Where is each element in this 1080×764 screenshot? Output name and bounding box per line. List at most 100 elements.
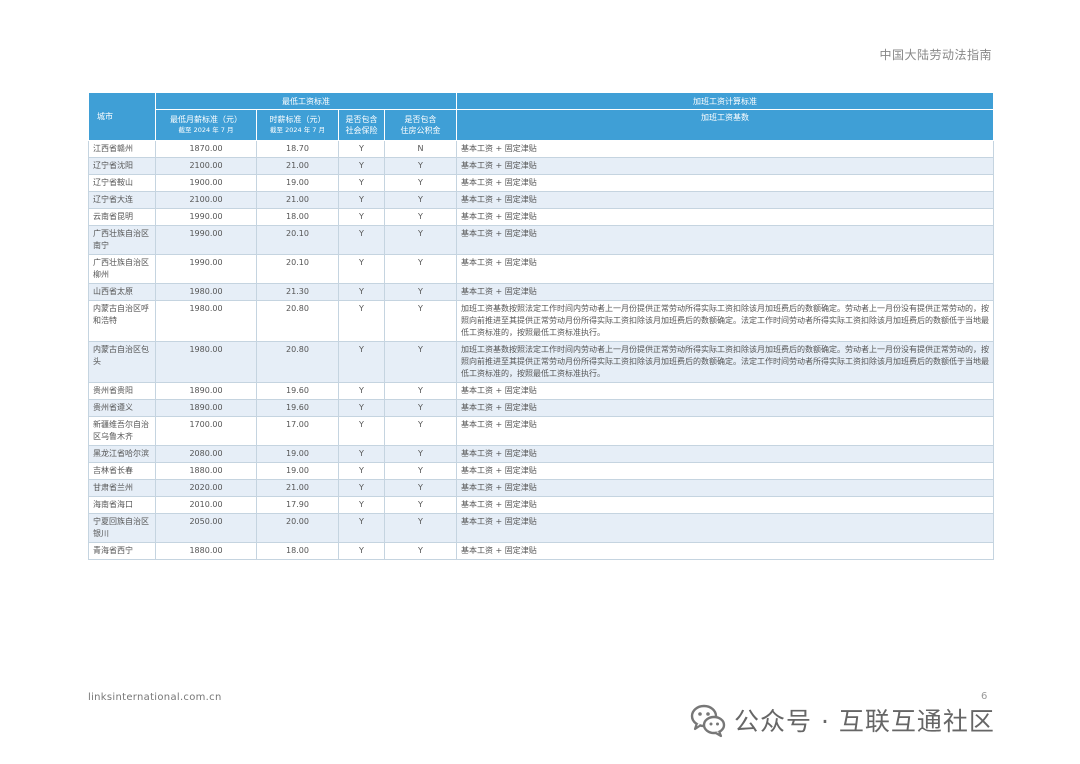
cell-social-insurance: Y — [338, 283, 385, 301]
cell-monthly-min: 1900.00 — [155, 174, 257, 192]
cell-social-insurance: Y — [338, 140, 385, 158]
cell-overtime-base: 基本工资 + 固定津贴 — [456, 140, 994, 158]
header-social-insurance: 是否包含 社会保险 — [338, 109, 385, 141]
cell-monthly-min: 2080.00 — [155, 445, 257, 463]
cell-housing-fund: Y — [384, 479, 457, 497]
cell-housing-fund: Y — [384, 462, 457, 480]
cell-housing-fund: Y — [384, 254, 457, 284]
wechat-icon — [690, 704, 726, 738]
header-social-insurance-line2: 社会保险 — [345, 126, 378, 135]
cell-monthly-min: 1880.00 — [155, 462, 257, 480]
header-social-insurance-line1: 是否包含 — [345, 115, 378, 124]
table-row: 辽宁省沈阳 2100.00 21.00 Y Y 基本工资 + 固定津贴 — [88, 157, 994, 175]
table-row: 内蒙古自治区呼和浩特 1980.00 20.80 Y Y 加班工资基数按照法定工作时间内劳… — [88, 300, 994, 342]
cell-social-insurance: Y — [338, 225, 385, 255]
cell-social-insurance: Y — [338, 157, 385, 175]
cell-hourly-min: 17.00 — [256, 416, 339, 446]
cell-overtime-base: 基本工资 + 固定津贴 — [456, 208, 994, 226]
cell-social-insurance: Y — [338, 191, 385, 209]
cell-housing-fund: Y — [384, 496, 457, 514]
table-row: 广西壮族自治区南宁 1990.00 20.10 Y Y 基本工资 + 固定津贴 — [88, 225, 994, 255]
header-hourly-min-label: 时薪标准（元） — [269, 115, 326, 124]
cell-housing-fund: Y — [384, 513, 457, 543]
cell-overtime-base: 基本工资 + 固定津贴 — [456, 445, 994, 463]
cell-social-insurance: Y — [338, 496, 385, 514]
cell-overtime-base: 基本工资 + 固定津贴 — [456, 283, 994, 301]
cell-social-insurance: Y — [338, 462, 385, 480]
cell-city: 黑龙江省哈尔滨 — [88, 445, 156, 463]
table-row: 宁夏回族自治区银川 2050.00 20.00 Y Y 基本工资 + 固定津贴 — [88, 513, 994, 543]
cell-social-insurance: Y — [338, 445, 385, 463]
watermark-text: 公众号 · 互联互通社区 — [734, 707, 995, 736]
cell-city: 贵州省贵阳 — [88, 382, 156, 400]
cell-city: 江西省赣州 — [88, 140, 156, 158]
cell-overtime-base: 基本工资 + 固定津贴 — [456, 542, 994, 560]
cell-overtime-base: 基本工资 + 固定津贴 — [456, 462, 994, 480]
cell-housing-fund: Y — [384, 399, 457, 417]
cell-hourly-min: 19.00 — [256, 174, 339, 192]
cell-city: 内蒙古自治区呼和浩特 — [88, 300, 156, 342]
table-body: 江西省赣州 1870.00 18.70 Y N 基本工资 + 固定津贴 辽宁省沈阳 2100.… — [88, 140, 994, 560]
table-row: 云南省昆明 1990.00 18.00 Y Y 基本工资 + 固定津贴 — [88, 208, 994, 226]
cell-social-insurance: Y — [338, 254, 385, 284]
cell-overtime-base: 基本工资 + 固定津贴 — [456, 513, 994, 543]
cell-hourly-min: 21.00 — [256, 191, 339, 209]
table-row: 甘肃省兰州 2020.00 21.00 Y Y 基本工资 + 固定津贴 — [88, 479, 994, 497]
cell-housing-fund: Y — [384, 174, 457, 192]
cell-monthly-min: 1890.00 — [155, 382, 257, 400]
table-row: 内蒙古自治区包头 1980.00 20.80 Y Y 加班工资基数按照法定工作时间内劳动者… — [88, 341, 994, 383]
header-housing-fund-line1: 是否包含 — [404, 115, 437, 124]
cell-hourly-min: 21.00 — [256, 479, 339, 497]
table-row: 辽宁省大连 2100.00 21.00 Y Y 基本工资 + 固定津贴 — [88, 191, 994, 209]
table-row: 吉林省长春 1880.00 19.00 Y Y 基本工资 + 固定津贴 — [88, 462, 994, 480]
cell-hourly-min: 18.70 — [256, 140, 339, 158]
header-hourly-min-note: 截至 2024 年 7 月 — [270, 126, 325, 134]
table-row: 贵州省遵义 1890.00 19.60 Y Y 基本工资 + 固定津贴 — [88, 399, 994, 417]
cell-housing-fund: Y — [384, 445, 457, 463]
table-row: 贵州省贵阳 1890.00 19.60 Y Y 基本工资 + 固定津贴 — [88, 382, 994, 400]
cell-hourly-min: 17.90 — [256, 496, 339, 514]
cell-housing-fund: Y — [384, 283, 457, 301]
header-monthly-min-label: 最低月薪标准（元） — [170, 115, 242, 124]
cell-overtime-base: 基本工资 + 固定津贴 — [456, 479, 994, 497]
cell-monthly-min: 1990.00 — [155, 208, 257, 226]
cell-housing-fund: Y — [384, 225, 457, 255]
cell-housing-fund: Y — [384, 208, 457, 226]
header-monthly-min-note: 截至 2024 年 7 月 — [178, 126, 234, 134]
header-housing-fund: 是否包含 住房公积金 — [384, 109, 457, 141]
cell-monthly-min: 1980.00 — [155, 283, 257, 301]
cell-social-insurance: Y — [338, 208, 385, 226]
cell-monthly-min: 2050.00 — [155, 513, 257, 543]
header-overtime-group: 加班工资计算标准 — [456, 92, 994, 110]
cell-hourly-min: 20.10 — [256, 225, 339, 255]
footer-url: linksinternational.com.cn — [88, 692, 222, 703]
cell-overtime-base: 基本工资 + 固定津贴 — [456, 399, 994, 417]
cell-social-insurance: Y — [338, 300, 385, 342]
cell-monthly-min: 1880.00 — [155, 542, 257, 560]
cell-city: 海南省海口 — [88, 496, 156, 514]
cell-city: 广西壮族自治区柳州 — [88, 254, 156, 284]
cell-monthly-min: 1890.00 — [155, 399, 257, 417]
cell-overtime-base: 基本工资 + 固定津贴 — [456, 416, 994, 446]
cell-social-insurance: Y — [338, 174, 385, 192]
cell-monthly-min: 2020.00 — [155, 479, 257, 497]
cell-overtime-base: 基本工资 + 固定津贴 — [456, 174, 994, 192]
cell-housing-fund: Y — [384, 300, 457, 342]
cell-overtime-base: 加班工资基数按照法定工作时间内劳动者上一月份提供正常劳动所得实际工资扣除该月加班… — [456, 300, 994, 342]
table-row: 青海省西宁 1880.00 18.00 Y Y 基本工资 + 固定津贴 — [88, 542, 994, 560]
table-row: 海南省海口 2010.00 17.90 Y Y 基本工资 + 固定津贴 — [88, 496, 994, 514]
cell-city: 新疆维吾尔自治区乌鲁木齐 — [88, 416, 156, 446]
cell-monthly-min: 1700.00 — [155, 416, 257, 446]
cell-housing-fund: Y — [384, 382, 457, 400]
table-row: 江西省赣州 1870.00 18.70 Y N 基本工资 + 固定津贴 — [88, 140, 994, 158]
cell-housing-fund: Y — [384, 191, 457, 209]
cell-monthly-min: 1980.00 — [155, 300, 257, 342]
header-min-wage-group: 最低工资标准 — [155, 92, 457, 110]
cell-hourly-min: 20.80 — [256, 341, 339, 383]
cell-housing-fund: Y — [384, 542, 457, 560]
cell-city: 内蒙古自治区包头 — [88, 341, 156, 383]
cell-overtime-base: 基本工资 + 固定津贴 — [456, 496, 994, 514]
cell-monthly-min: 2010.00 — [155, 496, 257, 514]
cell-social-insurance: Y — [338, 416, 385, 446]
cell-hourly-min: 19.00 — [256, 462, 339, 480]
